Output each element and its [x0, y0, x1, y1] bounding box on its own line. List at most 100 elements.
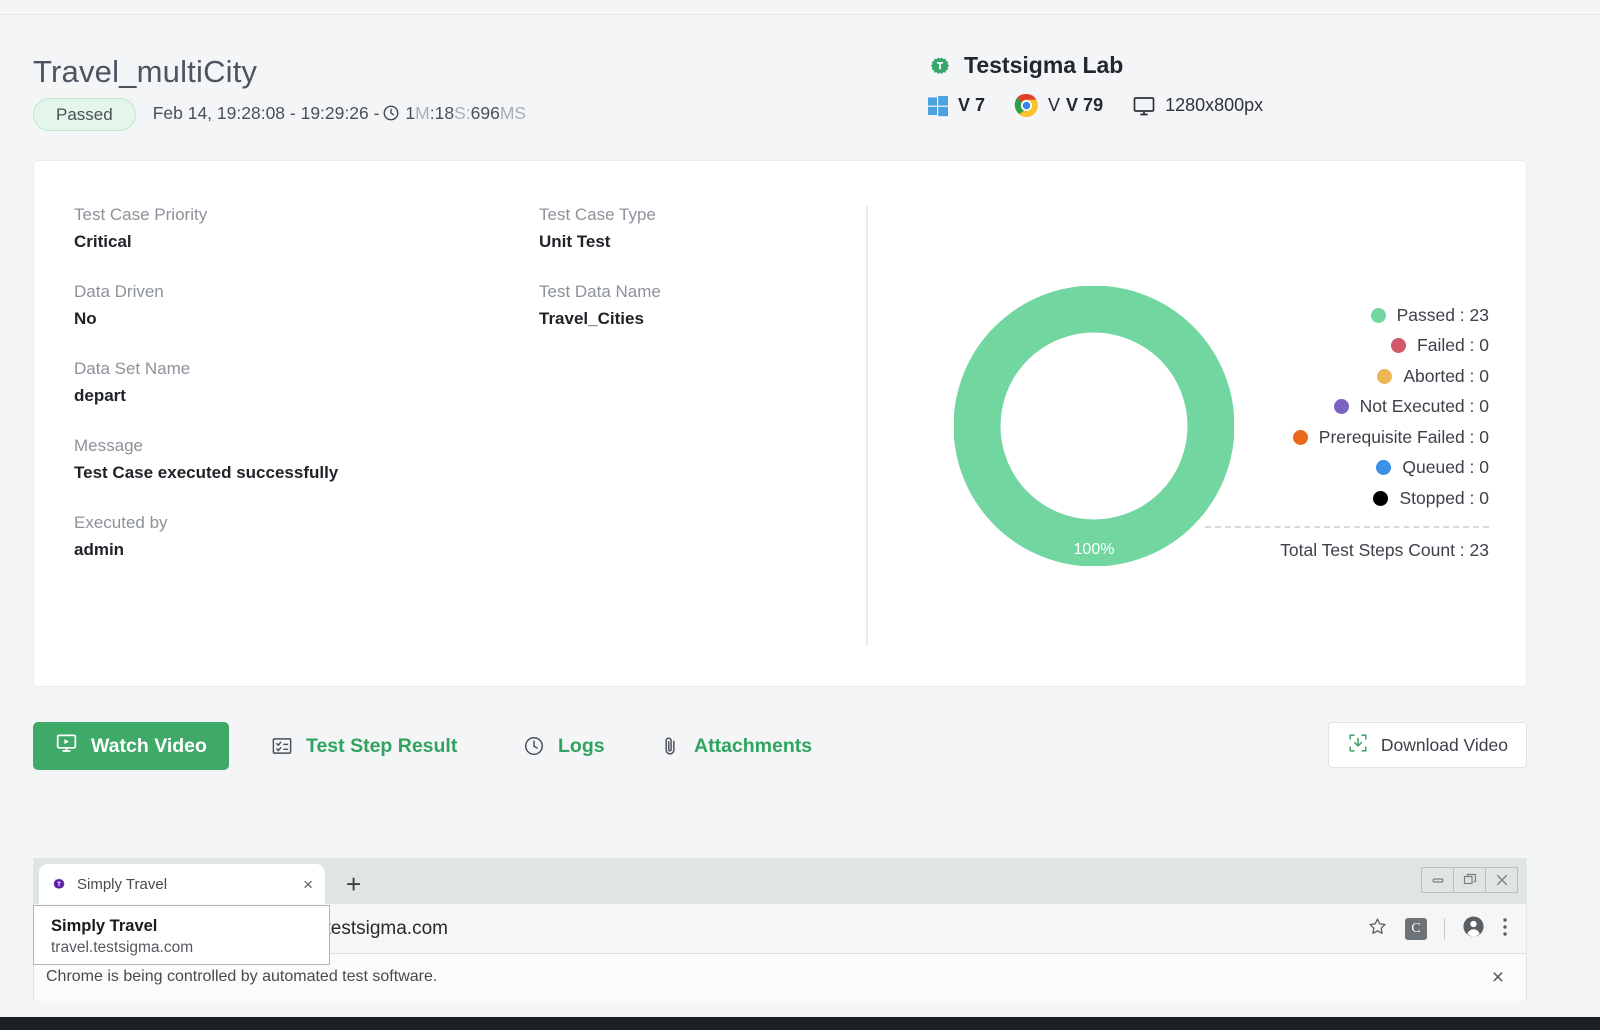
card-divider: [866, 206, 868, 646]
attachments-button[interactable]: Attachments: [659, 722, 812, 770]
action-toolbar: Watch Video Test Step Result Logs Attach…: [33, 722, 1527, 770]
tooltip-title: Simply Travel: [51, 917, 158, 935]
profile-avatar-icon[interactable]: [1462, 915, 1485, 943]
execution-result-page: Travel_multiCity Passed Feb 14, 19:28:08…: [0, 0, 1600, 1030]
address-bar-actions: C: [1367, 904, 1508, 954]
browser-menu-icon[interactable]: [1502, 916, 1508, 943]
minimize-icon[interactable]: [1421, 867, 1454, 893]
results-chart: 100% Passed : 23 Failed : 0 Aborted : 0: [889, 161, 1528, 688]
download-video-button[interactable]: Download Video: [1327, 722, 1527, 768]
logs-button[interactable]: Logs: [523, 722, 605, 770]
status-badge: Passed: [33, 98, 136, 131]
legend-item: Prerequisite Failed : 0: [1159, 422, 1489, 453]
top-divider: [0, 14, 1600, 15]
legend-item: Aborted : 0: [1159, 361, 1489, 392]
new-tab-button[interactable]: +: [346, 871, 361, 897]
test-step-result-button[interactable]: Test Step Result: [271, 722, 457, 770]
browser-info: VV 79: [1014, 93, 1103, 118]
legend-color-swatch: [1376, 460, 1392, 476]
detail-row: Test Case Priority Critical Test Case Ty…: [74, 202, 834, 255]
legend-label: Passed : 23: [1396, 304, 1489, 325]
legend-color-swatch: [1333, 399, 1349, 415]
field-label: Message: [74, 436, 143, 455]
lab-name: Testsigma Lab: [964, 52, 1124, 78]
legend-item: Not Executed : 0: [1159, 392, 1489, 423]
duration-seconds: 18: [434, 102, 455, 123]
browser-tab[interactable]: Simply Travel ×: [39, 864, 325, 904]
resolution-info: 1280x800px: [1132, 94, 1263, 118]
legend-label: Prerequisite Failed : 0: [1318, 426, 1489, 447]
page-header: Travel_multiCity Passed Feb 14, 19:28:08…: [0, 30, 1600, 140]
duration-milliseconds: 696: [470, 102, 500, 123]
legend-item: Failed : 0: [1159, 331, 1489, 362]
field-value: No: [74, 309, 97, 328]
execution-time-meta: Feb 14, 19:28:08 - 19:29:26 -1M:18S:696M…: [153, 103, 526, 127]
legend-color-swatch: [1377, 368, 1393, 384]
site-favicon-icon: [51, 876, 67, 892]
browser-version-label: V: [1048, 95, 1061, 115]
field-value: Unit Test: [539, 232, 611, 251]
detail-row: Data Driven No Test Data Name Travel_Cit…: [74, 279, 834, 332]
clock-icon: [523, 735, 545, 757]
download-video-label: Download Video: [1380, 734, 1508, 755]
field-data-driven: Data Driven No: [74, 279, 539, 332]
execution-timestamp: Feb 14, 19:28:08 - 19:29:26 -: [152, 102, 380, 123]
field-value: Critical: [74, 232, 132, 251]
lab-info: Testsigma Lab V 7 V V 79 1280x800px: [927, 52, 1292, 118]
legend-color-swatch: [1373, 490, 1389, 506]
bookmark-star-icon[interactable]: [1367, 916, 1388, 942]
close-icon[interactable]: ×: [1492, 967, 1504, 988]
monitor-icon: [1132, 94, 1156, 118]
execution-meta: Passed Feb 14, 19:28:08 - 19:29:26 -1M:1…: [33, 98, 526, 131]
checklist-icon: [271, 735, 293, 757]
duration-minutes: 1: [405, 102, 416, 123]
duration-minutes-unit: M: [415, 102, 430, 123]
restore-icon[interactable]: [1453, 867, 1486, 893]
field-test-case-priority: Test Case Priority Critical: [74, 202, 539, 255]
detail-row: Data Set Name depart: [74, 356, 834, 409]
close-icon[interactable]: [1485, 867, 1518, 893]
page-bottom-gap: [0, 1001, 1600, 1017]
legend-item: Stopped : 0: [1159, 483, 1489, 514]
legend-label: Queued : 0: [1402, 457, 1489, 478]
page-bottom-bar: [0, 1017, 1600, 1030]
field-value: depart: [74, 386, 126, 405]
browser-tab-title: Simply Travel: [77, 875, 168, 893]
close-icon[interactable]: ×: [303, 876, 313, 893]
download-icon: [1347, 732, 1369, 759]
summary-card: Test Case Priority Critical Test Case Ty…: [33, 160, 1527, 687]
os-version: V 7: [958, 95, 986, 115]
automation-infobar-text: Chrome is being controlled by automated …: [46, 968, 438, 985]
legend-color-swatch: [1370, 307, 1386, 323]
watch-video-label: Watch Video: [91, 734, 207, 757]
field-value: Travel_Cities: [539, 309, 644, 328]
legend-separator: [1205, 525, 1489, 528]
total-steps-count: Total Test Steps Count : 23: [1280, 539, 1489, 560]
legend-color-swatch: [1292, 429, 1308, 445]
resolution-value: 1280x800px: [1165, 95, 1264, 115]
tooltip-url: travel.testsigma.com: [51, 939, 194, 956]
chrome-icon: [1014, 93, 1039, 118]
detail-fields: Test Case Priority Critical Test Case Ty…: [74, 202, 834, 587]
watch-video-button[interactable]: Watch Video: [33, 722, 229, 770]
toolbar-divider: [1444, 918, 1445, 940]
logs-label: Logs: [558, 734, 605, 757]
field-executed-by: Executed by admin: [74, 510, 539, 563]
legend-item: Passed : 23: [1159, 300, 1489, 331]
browser-version: V 79: [1066, 95, 1104, 115]
environment-row: V 7 VV 79 1280x800px: [927, 93, 1292, 118]
field-label: Data Driven: [74, 282, 164, 301]
video-monitor-icon: [55, 732, 78, 761]
field-value: Test Case executed successfully: [74, 463, 339, 482]
field-label: Data Set Name: [74, 359, 191, 378]
detail-row: Message Test Case executed successfully: [74, 433, 834, 486]
os-info: V 7: [927, 95, 985, 117]
paperclip-icon: [659, 735, 681, 757]
clock-icon: [382, 104, 400, 127]
extension-icon[interactable]: C: [1405, 918, 1427, 940]
detail-row: Executed by admin: [74, 510, 834, 563]
field-value: admin: [74, 540, 125, 559]
field-label: Test Data Name: [539, 282, 661, 301]
legend-label: Stopped : 0: [1399, 487, 1489, 508]
field-test-data-name: Test Data Name Travel_Cities: [539, 279, 834, 332]
